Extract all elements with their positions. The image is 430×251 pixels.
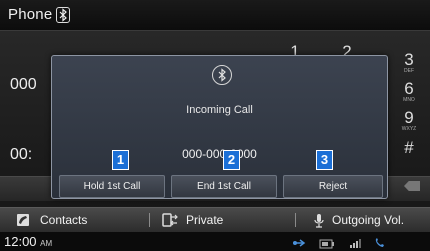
- divider: [295, 213, 296, 227]
- key-3[interactable]: 3 DEF: [396, 50, 422, 74]
- clock-time: 12:00: [4, 234, 37, 249]
- usb-icon: [292, 236, 306, 251]
- call-timer-fragment: 00:: [10, 146, 33, 163]
- clock-ampm: AM: [40, 239, 53, 248]
- incoming-call-title: Incoming Call: [186, 104, 253, 116]
- signal-icon: [349, 236, 363, 251]
- clock: 12:00 AM: [4, 234, 52, 249]
- status-bar: 12:00 AM: [0, 232, 430, 251]
- private-button[interactable]: Private: [186, 208, 223, 232]
- reject-button[interactable]: Reject: [283, 175, 383, 198]
- outgoing-volume-button[interactable]: Outgoing Vol.: [332, 208, 404, 232]
- end-first-call-button[interactable]: End 1st Call: [171, 175, 277, 198]
- key-hash[interactable]: #: [396, 138, 422, 158]
- callout-marker-3: 3: [316, 150, 333, 170]
- contacts-icon: [14, 213, 32, 232]
- page-title: Phone: [8, 6, 53, 23]
- key-digit: 6: [404, 79, 414, 98]
- divider: [149, 213, 150, 227]
- header-bar: Phone: [0, 0, 430, 31]
- battery-icon: [319, 236, 335, 251]
- key-9[interactable]: 9 WXYZ: [396, 108, 422, 132]
- microphone-icon: [313, 213, 325, 233]
- dialed-number-fragment: 000: [10, 76, 37, 93]
- key-digit: 9: [404, 108, 414, 127]
- key-6[interactable]: 6 MNO: [396, 79, 422, 103]
- key-letters: DEF: [404, 68, 414, 74]
- hold-first-call-button[interactable]: Hold 1st Call: [59, 175, 165, 198]
- caller-number: 000-000-0000: [182, 147, 257, 161]
- key-letters: MNO: [403, 97, 415, 103]
- bottom-action-bar: Contacts Private Outgoing Vol.: [0, 207, 430, 232]
- key-digit: 3: [404, 50, 414, 69]
- callout-marker-1: 1: [112, 150, 129, 170]
- contacts-button[interactable]: Contacts: [40, 208, 87, 232]
- key-digit: #: [404, 138, 414, 157]
- phone-screen: Phone 000 00: 1 2 3 DEF 6 MNO 9 WXYZ # Inco…: [0, 0, 430, 251]
- bluetooth-icon: [56, 7, 70, 23]
- bluetooth-icon: [212, 65, 232, 85]
- phone-icon: [374, 236, 387, 251]
- private-mode-icon: [162, 213, 178, 232]
- callout-marker-2: 2: [223, 150, 240, 170]
- incoming-call-popup: Incoming Call 000-000-0000 Hold 1st Call…: [51, 55, 388, 199]
- key-letters: WXYZ: [401, 126, 417, 132]
